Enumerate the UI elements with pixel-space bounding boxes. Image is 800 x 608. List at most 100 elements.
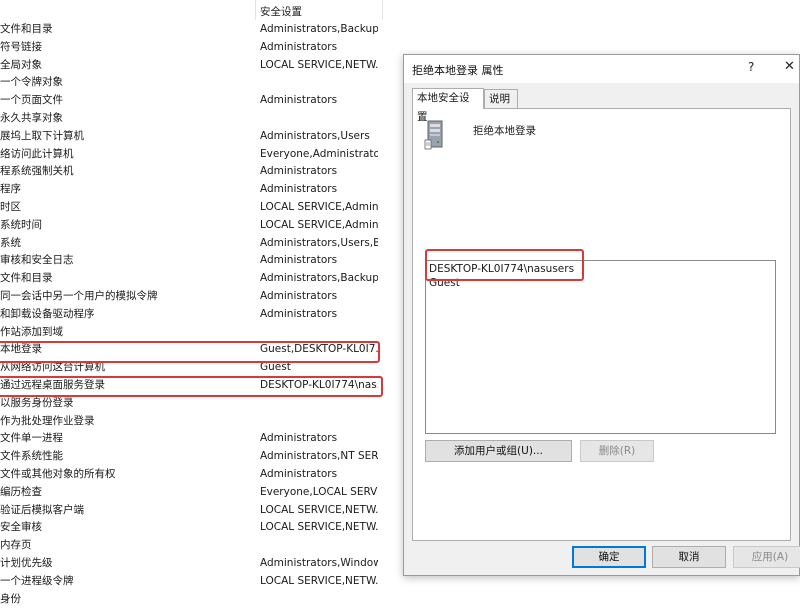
policy-name-cell: 内存页 [0, 539, 32, 552]
policy-name-cell: 文件或其他对象的所有权 [0, 468, 116, 480]
security-setting-cell: LOCAL SERVICE,Admini... [260, 201, 378, 213]
table-row[interactable]: 程系统强制关机 Administrators [0, 163, 390, 181]
table-row[interactable]: 编历检查 Everyone,LOCAL SERVI... [0, 484, 390, 502]
security-setting-cell: LOCAL SERVICE,NETW... [260, 521, 378, 534]
table-row[interactable]: 时区 LOCAL SERVICE,Admini... [0, 199, 390, 217]
security-setting-cell: Administrators,Users,Ba... [260, 236, 378, 249]
highlight-remote-desktop-logon [0, 376, 383, 397]
policy-name-cell: 同一会话中另一个用户的模拟令牌 [0, 290, 158, 302]
tab-local-security-setting[interactable]: 本地安全设置 [412, 88, 484, 123]
table-row[interactable]: 验证后模拟客户端 LOCAL SERVICE,NETW... [0, 502, 390, 520]
security-setting-cell: Everyone,Administrator... [260, 147, 378, 160]
policy-name-cell: 文件单一进程 [0, 432, 63, 445]
policy-list: 安全设置 文件和目录 Administrators,Backup ... 符号链接 A… [0, 0, 400, 605]
policy-name-cell: 一个令牌对象 [0, 76, 63, 89]
properties-dialog: 拒绝本地登录 属性 ? ✕ 本地安全设置 说明 拒绝本地登录 DESKTOP-K… [403, 54, 800, 576]
security-setting-cell: Administrators [260, 290, 338, 302]
table-row[interactable]: 文件单一进程 Administrators [0, 430, 390, 448]
table-row[interactable]: 符号链接 Administrators [0, 39, 390, 57]
table-row[interactable]: 程序 Administrators [0, 181, 390, 199]
help-icon[interactable]: ? [748, 60, 754, 74]
security-setting-cell: Administrators [260, 40, 338, 53]
table-row[interactable]: 作为批处理作业登录 [0, 413, 390, 431]
table-row[interactable]: 系统时间 LOCAL SERVICE,Admini... [0, 217, 390, 235]
dialog-title: 拒绝本地登录 属性 [412, 64, 504, 77]
add-user-or-group-button[interactable]: 添加用户或组(U)... [425, 440, 572, 462]
table-row[interactable]: 和卸载设备驱动程序 Administrators [0, 306, 390, 324]
security-setting-cell: Administrators [260, 432, 338, 445]
security-setting-cell: LOCAL SERVICE,Admini... [260, 218, 378, 231]
policy-name-cell: 符号链接 [0, 40, 42, 53]
policy-name-cell: 一个进程级令牌 [0, 574, 74, 587]
table-row[interactable]: 文件系统性能 Administrators,NT SER... [0, 448, 390, 466]
policy-name-cell: 系统 [0, 236, 21, 249]
table-row[interactable]: 一个令牌对象 [0, 74, 390, 92]
remove-button[interactable]: 删除(R) [580, 440, 654, 462]
security-setting-cell: Administrators,Backup ... [260, 23, 378, 35]
security-setting-cell: LOCAL SERVICE,NETW... [260, 58, 378, 71]
table-row[interactable]: 内存页 [0, 537, 390, 555]
policy-name-cell: 作站添加到域 [0, 325, 63, 338]
security-setting-cell: Administrators [260, 468, 338, 480]
policy-name-cell: 时区 [0, 201, 21, 213]
table-row[interactable]: 系统 Administrators,Users,Ba... [0, 235, 390, 253]
close-icon[interactable]: ✕ [784, 59, 795, 74]
security-setting-cell: Administrators [260, 94, 338, 107]
table-row[interactable]: 文件和目录 Administrators,Backup ... [0, 270, 390, 288]
cancel-button[interactable]: 取消 [652, 546, 726, 568]
highlight-deny-local-logon [0, 341, 380, 363]
policy-name-cell: 程序 [0, 183, 21, 196]
security-setting-cell: Administrators [260, 165, 338, 178]
column-header-security-setting[interactable]: 安全设置 [260, 4, 302, 20]
policy-name-cell: 文件和目录 [0, 23, 53, 35]
highlight-nasusers [425, 249, 584, 281]
table-row[interactable]: 身份 [0, 591, 390, 608]
security-setting-cell: Administrators,Users [260, 129, 370, 142]
ok-button[interactable]: 确定 [572, 546, 646, 568]
policy-name-cell: 编历检查 [0, 485, 42, 498]
policy-name-cell: 文件系统性能 [0, 450, 63, 463]
table-row[interactable]: 计划优先级 Administrators,Window ... [0, 555, 390, 573]
table-row[interactable]: 展坞上取下计算机 Administrators,Users [0, 128, 390, 146]
table-row[interactable]: 全局对象 LOCAL SERVICE,NETW... [0, 57, 390, 75]
user-list[interactable]: DESKTOP-KL0I774\nasusers Guest [425, 260, 776, 434]
security-setting-cell: Administrators [260, 307, 338, 320]
column-divider [382, 0, 383, 20]
policy-name-cell: 一个页面文件 [0, 94, 63, 107]
policy-name-cell: 永久共享对象 [0, 112, 63, 124]
table-row[interactable]: 一个进程级令牌 LOCAL SERVICE,NETW... [0, 573, 390, 591]
policy-name-cell: 全局对象 [0, 58, 42, 71]
table-row[interactable]: 文件或其他对象的所有权 Administrators [0, 466, 390, 484]
security-setting-cell: LOCAL SERVICE,NETW... [260, 503, 378, 516]
policy-name-cell: 以服务身份登录 [0, 396, 74, 409]
apply-button[interactable]: 应用(A) [733, 546, 800, 568]
dialog-title-bar[interactable]: 拒绝本地登录 属性 ? ✕ [404, 55, 799, 83]
column-divider [255, 0, 256, 20]
policy-name-cell: 作为批处理作业登录 [0, 414, 95, 427]
table-row[interactable]: 安全审核 LOCAL SERVICE,NETW... [0, 519, 390, 537]
policy-name-cell: 验证后模拟客户端 [0, 503, 84, 516]
security-setting-cell: LOCAL SERVICE,NETW... [260, 574, 378, 587]
table-row[interactable]: 文件和目录 Administrators,Backup ... [0, 21, 390, 39]
table-row[interactable]: 永久共享对象 [0, 110, 390, 128]
policy-name-cell: 安全审核 [0, 521, 42, 534]
table-row[interactable]: 络访问此计算机 Everyone,Administrator... [0, 146, 390, 164]
policy-name-cell: 展坞上取下计算机 [0, 129, 84, 142]
policy-name-cell: 身份 [0, 592, 21, 605]
policy-name-cell: 计划优先级 [0, 557, 53, 569]
policy-name-cell: 文件和目录 [0, 272, 53, 285]
table-row[interactable]: 同一会话中另一个用户的模拟令牌 Administrators [0, 288, 390, 306]
security-setting-cell: Administrators [260, 183, 338, 196]
policy-name: 拒绝本地登录 [473, 125, 536, 137]
policy-name-cell: 和卸载设备驱动程序 [0, 307, 95, 320]
security-setting-cell: Administrators,Backup ... [260, 272, 378, 285]
policy-name-cell: 络访问此计算机 [0, 147, 74, 160]
tab-explain[interactable]: 说明 [484, 89, 518, 108]
table-row[interactable]: 作站添加到域 [0, 324, 390, 342]
security-setting-cell: Everyone,LOCAL SERVI... [260, 485, 378, 498]
security-setting-cell: Administrators,Window ... [260, 557, 378, 569]
tab-panel: 拒绝本地登录 DESKTOP-KL0I774\nasusers Guest 添加… [412, 108, 791, 541]
table-row[interactable]: 以服务身份登录 [0, 395, 390, 413]
table-row[interactable]: 一个页面文件 Administrators [0, 92, 390, 110]
table-row[interactable]: 审核和安全日志 Administrators [0, 252, 390, 270]
